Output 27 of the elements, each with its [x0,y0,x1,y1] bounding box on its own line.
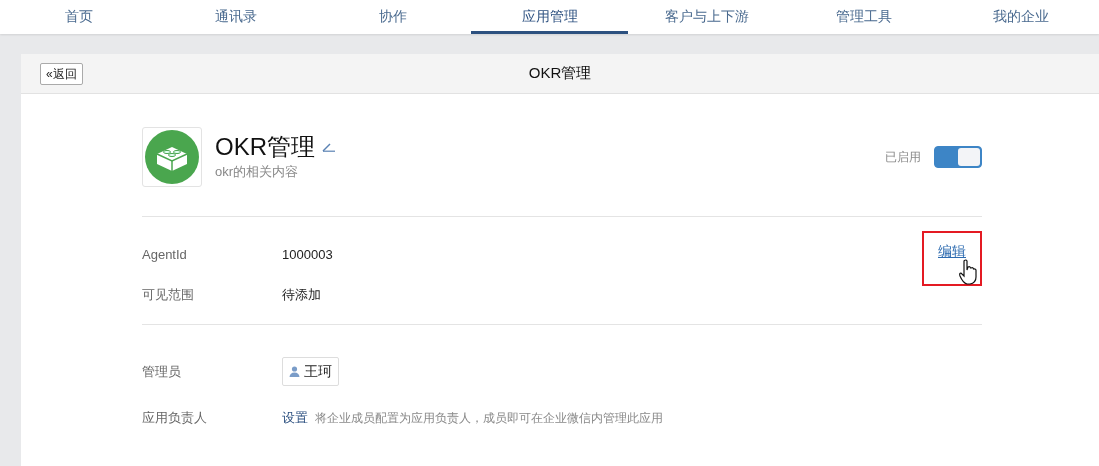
nav-tab[interactable]: 协作 [314,0,471,34]
field-label: 可见范围 [142,285,195,304]
app-description: okr的相关内容 [215,163,300,182]
status-label: 已启用 [885,149,921,166]
field-value: 待添加 [282,285,321,304]
edit-icon[interactable] [321,142,336,153]
person-icon [289,366,300,377]
hand-cursor-icon [958,259,978,285]
set-link[interactable]: 设置 [282,408,308,428]
field-label: 应用负责人 [142,409,208,427]
hint-text: 将企业成员配置为应用负责人，成员即可在企业微信内管理此应用 [314,409,663,427]
nav-tab[interactable]: 客户与上下游 [628,0,785,34]
field-label: AgentId [142,246,188,264]
field-label: 管理员 [142,362,182,381]
person-chip[interactable]: 王珂 [282,357,339,386]
nav-tab[interactable]: 应用管理 [471,0,628,34]
field-value: 1000003 [282,246,333,264]
enable-switch[interactable] [934,146,982,168]
page-title: OKR管理 [528,63,592,84]
nav-tab[interactable]: 我的企业 [942,0,1099,34]
edit-link[interactable]: 编辑 [922,231,982,286]
app-name: OKR管理 [215,132,315,163]
back-button[interactable]: «返回 [40,62,83,85]
nav-tab[interactable]: 首页 [0,0,157,34]
nav-tab[interactable]: 通讯录 [157,0,314,34]
app-icon [142,127,202,187]
nav-tab[interactable]: 管理工具 [785,0,942,34]
